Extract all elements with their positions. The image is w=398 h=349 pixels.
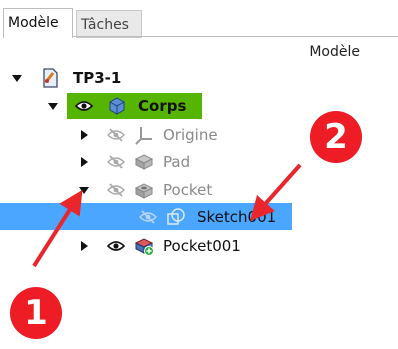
annotation-arrow-1 [32, 189, 83, 268]
annotation-marker-1: 1 [10, 287, 62, 339]
annotation-arrow-2 [250, 163, 302, 221]
annotation-arrows [32, 163, 302, 268]
annotation-marker-2: 2 [310, 111, 362, 163]
